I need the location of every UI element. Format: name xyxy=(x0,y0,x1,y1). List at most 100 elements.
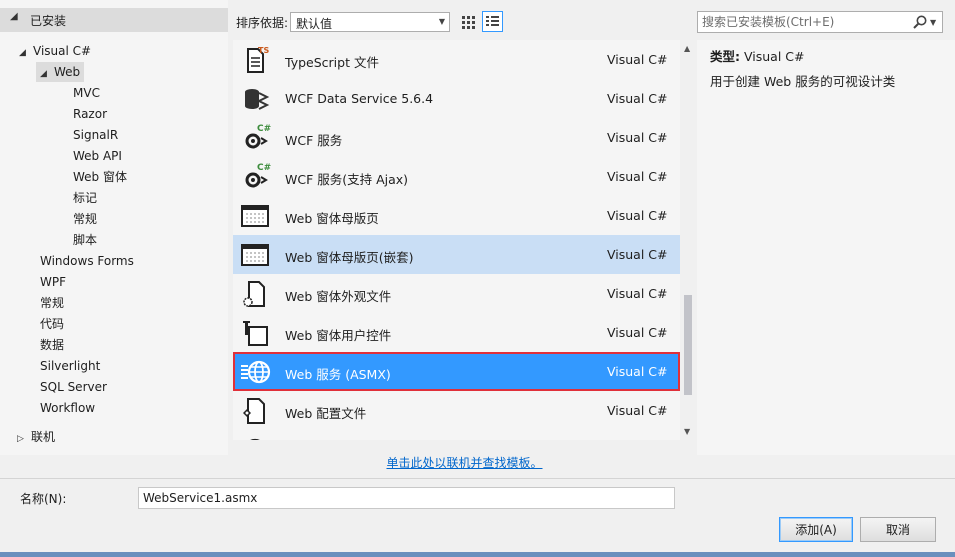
template-language: Visual C# xyxy=(607,208,668,223)
tree-item[interactable]: Windows Forms xyxy=(40,251,134,271)
grid-view-icon xyxy=(462,16,475,29)
template-name: Web 窗体母版页 xyxy=(285,211,379,226)
template-language: Visual C# xyxy=(607,247,668,262)
master-page-icon xyxy=(241,205,269,227)
wcf-ajax-service-icon: C# xyxy=(245,163,271,188)
collapse-triangle-icon[interactable]: ◢ xyxy=(40,64,54,84)
web-config-icon xyxy=(243,398,265,424)
tree-item[interactable]: 数据 xyxy=(40,335,64,355)
name-input[interactable] xyxy=(138,487,675,509)
tree-item-label: Windows Forms xyxy=(40,254,134,268)
tree-item[interactable]: ◢ Visual C# xyxy=(19,41,91,61)
grid-view-button[interactable] xyxy=(458,12,478,32)
tree-item-label: SQL Server xyxy=(40,380,107,394)
template-description-pane: 类型: Visual C# 用于创建 Web 服务的可视设计类 xyxy=(697,40,955,455)
template-name: Web 服务 (ASMX) xyxy=(285,367,391,382)
template-language: Visual C# xyxy=(607,403,668,418)
template-language: Visual C# xyxy=(607,91,668,106)
type-label: 类型: xyxy=(710,49,740,64)
tree-item-label: Web 窗体 xyxy=(73,170,127,184)
tree-item-label: Web API xyxy=(73,149,122,163)
template-row[interactable]: Web 窗体母版页(嵌套) Visual C# xyxy=(233,235,680,274)
search-input[interactable] xyxy=(702,14,902,30)
list-view-button[interactable] xyxy=(482,11,503,32)
cancel-button[interactable]: 取消 xyxy=(860,517,936,542)
find-templates-online-link[interactable]: 单击此处以联机并查找模板。 xyxy=(233,454,696,471)
template-row[interactable]: Web 窗体母版页 Visual C# xyxy=(233,196,680,235)
tree-item[interactable]: SignalR xyxy=(73,125,118,145)
svg-text:TS: TS xyxy=(258,46,269,55)
tree-item[interactable]: 常规 xyxy=(73,209,97,229)
template-language: Visual C# xyxy=(607,130,668,145)
installed-label: 已安装 xyxy=(30,14,67,28)
installed-header[interactable]: ◢ 已安装 xyxy=(0,8,228,32)
tree-item[interactable]: 脚本 xyxy=(73,230,97,250)
template-list: TS TypeScript 文件 Visual C# WCF Data Service… xyxy=(233,40,680,440)
tree-item-label: 常规 xyxy=(73,212,98,226)
template-language: Visual C# xyxy=(607,364,668,379)
template-type: 类型: Visual C# xyxy=(710,46,804,65)
typescript-file-icon: TS xyxy=(247,46,269,73)
template-name: Web 窗体用户控件 xyxy=(285,328,392,343)
tree-item-label: Web xyxy=(54,65,81,79)
template-row[interactable]: Web 服务 (ASMX) Visual C# xyxy=(233,352,680,391)
tree-item[interactable]: Workflow xyxy=(40,398,95,418)
tree-item[interactable]: ▷ 联机 xyxy=(17,427,55,447)
divider xyxy=(0,478,955,479)
tree-item[interactable]: ◢ Web xyxy=(36,62,85,84)
template-row[interactable] xyxy=(233,430,680,440)
tree-item-label: 数据 xyxy=(40,338,65,352)
tree-item-label: Razor xyxy=(73,107,108,121)
chevron-down-icon: ▼ xyxy=(438,17,445,26)
scroll-thumb[interactable] xyxy=(684,295,692,395)
tree-item[interactable]: MVC xyxy=(73,83,100,103)
template-language: Visual C# xyxy=(607,169,668,184)
tree-item[interactable]: Web 窗体 xyxy=(73,167,127,187)
web-service-globe-icon xyxy=(241,360,271,384)
sort-dropdown[interactable]: 默认值 ▼ xyxy=(290,12,450,32)
wcf-data-service-icon xyxy=(245,89,270,110)
skin-file-icon xyxy=(243,281,265,307)
globe-icon xyxy=(250,438,260,440)
tree-item[interactable]: 常规 xyxy=(40,293,64,313)
scroll-up-arrow-icon[interactable]: ▲ xyxy=(684,44,690,53)
scroll-down-arrow-icon[interactable]: ▼ xyxy=(684,427,690,436)
template-name: Web 窗体母版页(嵌套) xyxy=(285,250,414,265)
template-language: Visual C# xyxy=(607,286,668,301)
template-row[interactable]: C# WCF 服务 Visual C# xyxy=(233,118,680,157)
tree-item[interactable]: 标记 xyxy=(73,188,97,208)
template-row[interactable]: WCF Data Service 5.6.4 Visual C# xyxy=(233,79,680,118)
expand-triangle-icon[interactable]: ▷ xyxy=(17,429,31,449)
template-row[interactable]: TS TypeScript 文件 Visual C# xyxy=(233,40,680,79)
tree-item[interactable]: SQL Server xyxy=(40,377,107,397)
template-row[interactable]: Web 窗体用户控件 Visual C# xyxy=(233,313,680,352)
collapse-triangle-icon[interactable]: ◢ xyxy=(19,43,33,63)
template-category-tree: ◢ 已安装 ◢ Visual C# ◢ Web MVC Razor SignalR Web A… xyxy=(0,0,228,455)
svg-text:C#: C# xyxy=(257,124,271,134)
search-icon[interactable] xyxy=(912,14,928,30)
tree-item-label: 脚本 xyxy=(73,233,98,247)
tree-item-label: 代码 xyxy=(40,317,65,331)
template-language: Visual C# xyxy=(607,52,668,67)
template-name: WCF 服务 xyxy=(285,133,343,148)
search-box[interactable]: ▼ xyxy=(697,11,943,33)
add-button[interactable]: 添加(A) xyxy=(779,517,853,542)
template-language: Visual C# xyxy=(607,325,668,340)
tree-item[interactable]: Web API xyxy=(73,146,122,166)
tree-item-label: 常规 xyxy=(40,296,65,310)
template-list-scrollbar[interactable]: ▲ ▼ xyxy=(680,40,696,440)
tree-item[interactable]: WPF xyxy=(40,272,66,292)
template-row[interactable]: Web 窗体外观文件 Visual C# xyxy=(233,274,680,313)
user-control-icon xyxy=(243,321,268,346)
search-options-chevron-icon[interactable]: ▼ xyxy=(930,18,936,27)
list-view-icon xyxy=(486,16,499,26)
template-row[interactable]: Web 配置文件 Visual C# xyxy=(233,391,680,430)
tree-item-label: Silverlight xyxy=(40,359,101,373)
tree-item[interactable]: 代码 xyxy=(40,314,64,334)
tree-item[interactable]: Silverlight xyxy=(40,356,100,376)
type-value: Visual C# xyxy=(743,49,805,64)
template-row[interactable]: C# WCF 服务(支持 Ajax) Visual C# xyxy=(233,157,680,196)
collapse-triangle-icon[interactable]: ◢ xyxy=(10,11,18,22)
template-name: Web 窗体外观文件 xyxy=(285,289,392,304)
tree-item[interactable]: Razor xyxy=(73,104,107,124)
